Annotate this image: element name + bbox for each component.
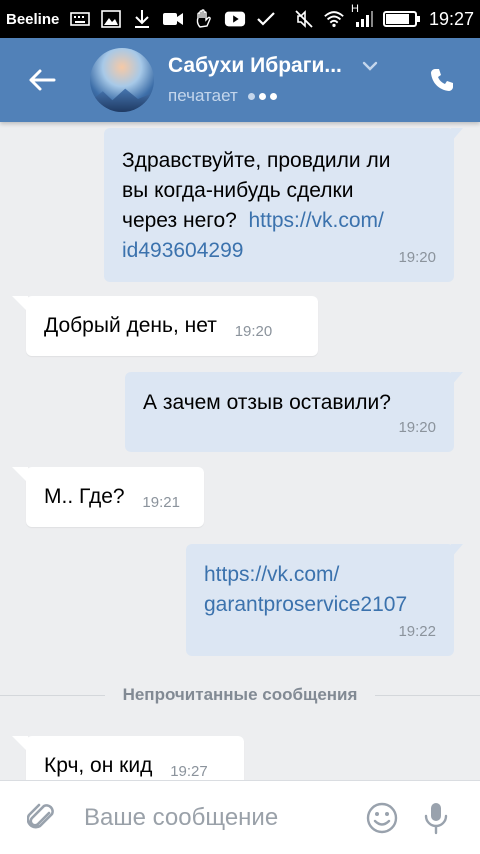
message-bubble-incoming[interactable]: Добрый день, нет 19:20 [26, 296, 318, 356]
phone-icon [431, 69, 453, 91]
typing-dots-icon [247, 92, 277, 100]
chat-title-block[interactable]: Сабухи Ибраги... печатает [168, 54, 380, 106]
download-icon [131, 9, 153, 29]
message-time: 19:21 [142, 494, 180, 511]
message-text: А зачем отзыв оставили? [143, 391, 391, 414]
message-list[interactable]: Здравствуйте, провдили ли вы когда-нибуд… [0, 122, 480, 780]
call-button[interactable] [422, 60, 462, 100]
check-icon [255, 9, 277, 29]
battery-level [385, 14, 410, 24]
message-time: 19:20 [398, 419, 436, 436]
message-bubble-incoming[interactable]: Крч, он кид 19:27 [26, 736, 244, 780]
keyboard-icon [69, 9, 91, 29]
message-text: Здравствуйте, провдили ли вы когда-нибуд… [122, 146, 438, 266]
smile-icon [366, 802, 398, 833]
battery-icon [382, 11, 420, 27]
attach-button[interactable] [22, 798, 62, 838]
voice-message-button[interactable] [416, 798, 456, 838]
muted-icon [293, 9, 315, 29]
video-camera-icon [162, 9, 184, 29]
message-composer [0, 780, 480, 854]
notification-icons [69, 9, 277, 29]
paperclip-icon [27, 803, 54, 828]
message-text: М.. Где? [44, 485, 125, 508]
unread-divider: Непрочитанные сообщения [0, 683, 480, 707]
message-text: Добрый день, нет [44, 314, 217, 337]
status-bar: Beeline H 19:27 [0, 0, 480, 38]
contact-name[interactable]: Сабухи Ибраги... [168, 54, 342, 78]
signal-icon: H [351, 3, 375, 29]
youtube-icon [224, 9, 246, 29]
back-button[interactable] [12, 50, 72, 110]
network-type-label: H [350, 3, 359, 15]
message-bubble-outgoing[interactable]: Здравствуйте, провдили ли вы когда-нибуд… [104, 128, 454, 282]
message-time: 19:22 [398, 623, 436, 640]
message-time: 19:20 [398, 249, 436, 266]
chevron-down-icon[interactable] [360, 56, 380, 76]
message-link[interactable]: https://vk.com/ garantproservice2107 [204, 560, 438, 620]
typing-status: печатает [168, 86, 238, 105]
image-icon [100, 9, 122, 29]
message-link[interactable]: https://vk.com/ [249, 209, 384, 232]
avatar[interactable] [90, 48, 154, 112]
message-link-continued[interactable]: id493604299 [122, 236, 438, 266]
message-time: 19:27 [170, 763, 208, 780]
message-input[interactable] [84, 803, 324, 832]
carrier-name: Beeline [6, 10, 60, 28]
emoji-button[interactable] [362, 798, 402, 838]
clock: 19:27 [428, 8, 474, 29]
microphone-icon [424, 802, 448, 834]
message-bubble-incoming[interactable]: М.. Где? 19:21 [26, 467, 204, 527]
message-bubble-outgoing[interactable]: А зачем отзыв оставили? 19:20 [125, 372, 454, 452]
system-icons: H 19:27 [293, 3, 474, 30]
hand-icon [193, 9, 215, 29]
message-bubble-outgoing[interactable]: https://vk.com/ garantproservice2107 19:… [186, 544, 454, 656]
message-time: 19:20 [234, 323, 273, 340]
chat-header: Сабухи Ибраги... печатает [0, 38, 480, 122]
arrow-left-icon [29, 69, 56, 91]
message-text: Крч, он кид [44, 754, 153, 777]
wifi-icon [323, 9, 345, 29]
unread-divider-label: Непрочитанные сообщения [122, 685, 358, 704]
